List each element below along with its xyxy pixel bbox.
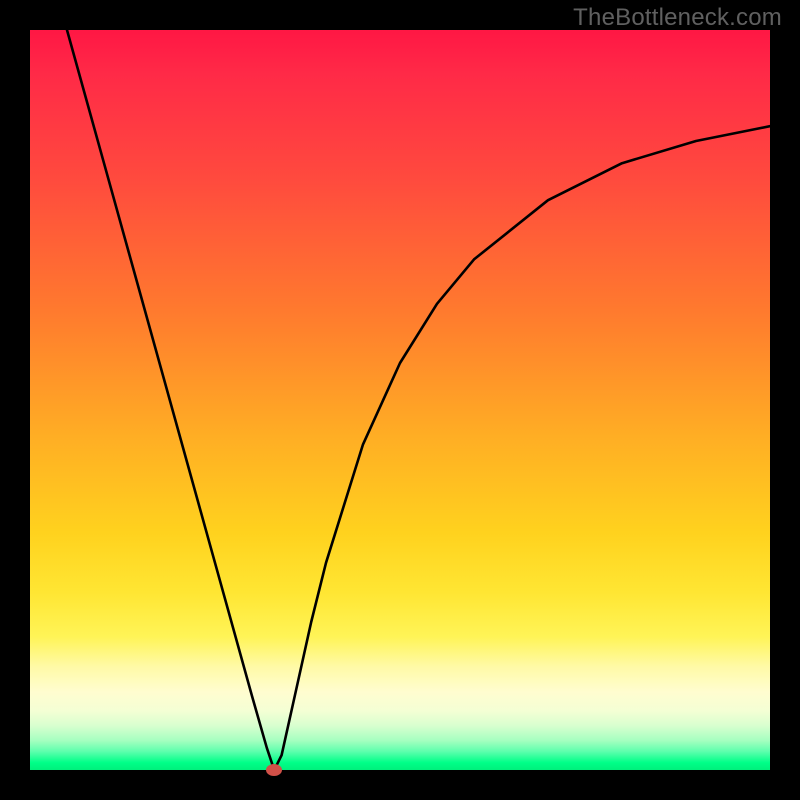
bottleneck-curve xyxy=(30,30,770,770)
curve-path xyxy=(67,30,770,770)
plot-area xyxy=(30,30,770,770)
chart-frame: TheBottleneck.com xyxy=(0,0,800,800)
minimum-marker xyxy=(266,764,282,776)
watermark-text: TheBottleneck.com xyxy=(573,4,782,32)
